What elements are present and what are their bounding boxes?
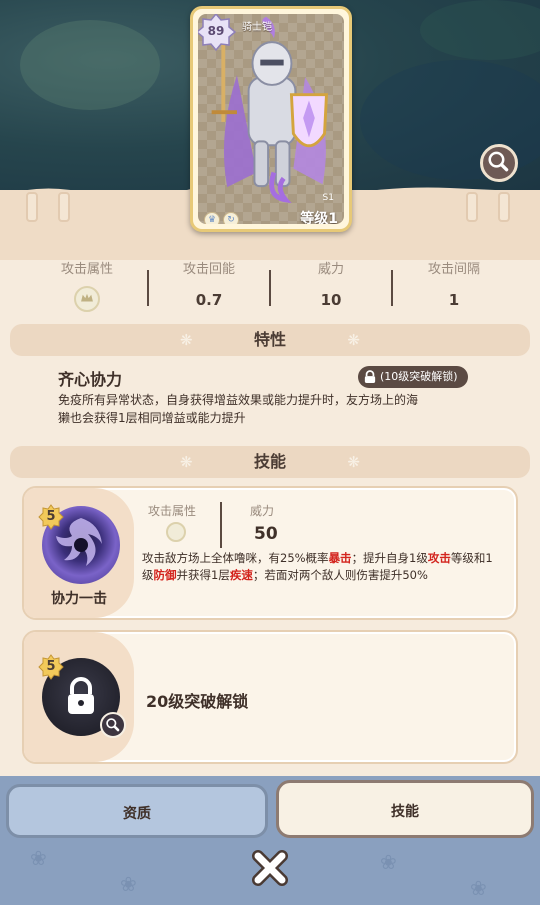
close-button[interactable] <box>246 844 294 892</box>
card-level-label: 等级1 <box>300 211 338 224</box>
snowflake-icon: ❋ <box>347 331 360 349</box>
card-name: 骑士铠 <box>242 22 272 33</box>
close-icon <box>252 850 288 886</box>
trait-description: 免疫所有异常状态，自身获得增益效果或能力提升时，友方场上的海 獭也会获得1层相同… <box>58 393 419 425</box>
card-level-badge: 89 <box>198 14 237 52</box>
snowflake-icon: ❋ <box>180 331 193 349</box>
skill-cost-badge: 5 <box>38 504 64 530</box>
fence-post <box>26 192 38 222</box>
stat-power: 威力 10 <box>317 262 344 309</box>
skill-card[interactable]: 5 协力一击 攻击属性 威力 50 攻击敌方场上全体噜咪，有25%概率暴击；提升… <box>22 486 518 620</box>
character-card[interactable]: 89 骑士铠 S1 等级1 ♛ ↻ <box>190 6 352 232</box>
fence-post <box>58 192 70 222</box>
skill-section-header: ❋ 技能 ❋ <box>10 446 530 478</box>
skill-locked-text: 20级突破解锁 <box>146 692 249 711</box>
magnifier-icon[interactable] <box>100 712 126 738</box>
card-art: 89 骑士铠 S1 等级1 ♛ ↻ <box>198 14 344 224</box>
tab-aptitude[interactable]: 资质 <box>6 784 268 838</box>
skill-cost-badge: 5 <box>38 654 64 680</box>
refresh-icon: ↻ <box>223 212 239 224</box>
skill-name: 协力一击 <box>51 591 107 607</box>
trait-name: 齐心协力 <box>58 370 123 389</box>
attack-attr-icon <box>74 286 100 312</box>
skill-power-value: 50 <box>254 524 278 544</box>
trait-section-header: ❋ 特性 ❋ <box>10 324 530 356</box>
skill-divider <box>220 502 222 548</box>
card-grade: S1 <box>322 193 334 203</box>
trait-lock-badge: (10级突破解锁) <box>358 366 468 388</box>
crown-icon: ♛ <box>204 212 220 224</box>
tab-skills[interactable]: 技能 <box>276 780 534 838</box>
attack-attr-icon <box>166 522 186 542</box>
skill-description: 攻击敌方场上全体噜咪，有25%概率暴击；提升自身1级攻击等级和1级防御并获得1层… <box>142 551 493 582</box>
fence-post <box>466 192 478 222</box>
lock-icon <box>364 370 376 383</box>
stat-interval: 攻击间隔 1 <box>427 262 480 309</box>
fence-post <box>498 192 510 222</box>
skill-card-locked[interactable]: 5 20级突破解锁 <box>22 630 518 764</box>
magnifier-icon <box>488 151 509 172</box>
skill-power-label: 威力 <box>250 504 275 518</box>
snowflake-icon: ❋ <box>347 453 360 471</box>
stat-attack-attr: 攻击属性 <box>22 256 152 314</box>
stat-energy: 攻击回能 0.7 <box>182 262 235 309</box>
skill-attr-label: 攻击属性 <box>148 504 197 518</box>
snowflake-icon: ❋ <box>180 453 193 471</box>
zoom-button[interactable] <box>480 144 518 182</box>
stats-row: 攻击属性 攻击回能 0.7 威力 10 攻击间隔 1 <box>0 256 540 320</box>
